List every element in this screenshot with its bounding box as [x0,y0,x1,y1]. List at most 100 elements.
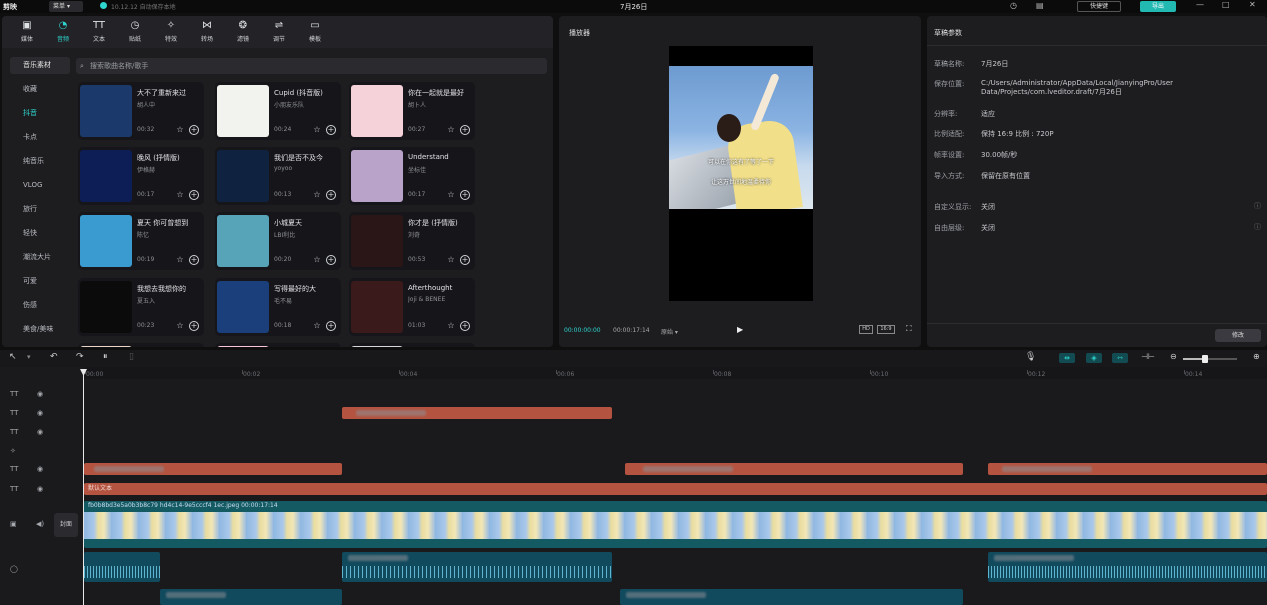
tab-transition[interactable]: ⋈ 转场 [194,20,220,43]
sidebar-item-douyin[interactable]: 抖音 [10,105,70,122]
info-icon[interactable]: ⓘ [1254,222,1261,232]
eye-icon[interactable]: ◉ [37,485,43,493]
add-icon[interactable]: + [189,190,199,200]
layout-icon[interactable]: ▤ [1036,1,1044,10]
chevron-down-icon[interactable]: ▾ [27,353,31,361]
add-icon[interactable]: + [460,125,470,135]
tab-template[interactable]: ▭ 模板 [302,20,328,43]
tab-filter[interactable]: ❂ 滤镜 [230,20,256,43]
zoom-out-icon[interactable]: ⊖ [1170,352,1177,361]
minimize-icon[interactable]: — [1196,0,1204,9]
tab-text[interactable]: TT 文本 [86,20,112,43]
audio-clip[interactable] [988,552,1267,582]
text-clip[interactable] [988,463,1267,475]
sidebar-item-pure-music[interactable]: 纯音乐 [10,153,70,170]
favorite-icon[interactable]: ☆ [175,321,185,331]
add-icon[interactable]: + [460,255,470,265]
music-card[interactable]: Cupid (抖音版) 小朋友乐队 00:24 ☆ + [215,82,341,140]
sidebar-item-travel[interactable]: 旅行 [10,201,70,218]
audio-clip[interactable] [84,552,160,582]
play-icon[interactable]: ▶ [737,325,743,334]
modify-button[interactable]: 修改 [1215,329,1261,342]
add-icon[interactable]: + [460,190,470,200]
sidebar-item-trendy[interactable]: 潮流大片 [10,249,70,266]
sidebar-item-music-library[interactable]: 音乐素材 [10,57,70,74]
sidebar-item-cute[interactable]: 可爱 [10,273,70,290]
clock-icon[interactable]: ◷ [1010,1,1017,10]
sidebar-item-vlog[interactable]: VLOG [10,177,70,194]
eye-icon[interactable]: ◉ [37,409,43,417]
microphone-icon[interactable]: 🎙 [1025,352,1036,362]
music-card[interactable]: 你在一起就是最好 胡卜人 00:27 ☆ + [349,82,475,140]
music-card[interactable]: 写得最好的大 毛不易 00:18 ☆ + [215,278,341,336]
timeline-ruler[interactable] [83,367,1267,379]
music-card[interactable]: 大不了重新来过 胡人中 00:32 ☆ + [78,82,204,140]
tab-audio[interactable]: ◔ 音频 [50,20,76,43]
speaker-icon[interactable]: ◀) [36,520,44,528]
music-card[interactable]: Afterthought Joji & BENEE 01:03 ☆ + [349,278,475,336]
add-icon[interactable]: + [326,321,336,331]
favorite-icon[interactable]: ☆ [312,255,322,265]
ratio-dropdown[interactable]: 原始 ▾ [661,327,678,336]
sidebar-item-beat[interactable]: 卡点 [10,129,70,146]
music-card[interactable]: Understand 坐标佳 00:17 ☆ + [349,147,475,205]
music-card[interactable]: 你才是 (抒情版) 刘奇 00:53 ☆ + [349,212,475,270]
favorite-icon[interactable]: ☆ [312,190,322,200]
music-card[interactable]: 晚风 (抒情版) 伊格赫 00:17 ☆ + [78,147,204,205]
add-icon[interactable]: + [189,321,199,331]
preview-axis-icon[interactable]: ⇿ [1112,353,1128,363]
sidebar-item-food[interactable]: 美食/美味 [10,321,70,338]
audio-clip[interactable] [342,552,612,582]
align-icon[interactable]: ⊣⊢ [1141,352,1155,361]
music-card[interactable]: A Thousand M...☆+ [349,343,475,347]
text-clip[interactable] [84,463,342,475]
music-card[interactable]: 我想去我想你的 夏五入 00:23 ☆ + [78,278,204,336]
maximize-icon[interactable]: □ [1222,0,1230,9]
cursor-tool-icon[interactable]: ↖ [9,352,17,362]
eye-icon[interactable]: ◉ [37,428,43,436]
favorite-icon[interactable]: ☆ [446,255,456,265]
sidebar-item-sad[interactable]: 伤感 [10,297,70,314]
audio-clip[interactable] [160,589,342,605]
aspect-button[interactable]: 16:9 [877,325,895,334]
text-clip[interactable] [625,463,963,475]
add-icon[interactable]: + [460,321,470,331]
search-input[interactable]: ⌕ 搜索歌曲名称/歌手 [76,58,547,74]
close-icon[interactable]: ✕ [1249,0,1256,9]
add-icon[interactable]: + [326,255,336,265]
quality-button[interactable]: HD [859,325,873,334]
tab-media[interactable]: ▣ 媒体 [14,20,40,43]
favorite-icon[interactable]: ☆ [175,190,185,200]
export-button[interactable]: 导出 [1140,1,1176,12]
music-card[interactable]: 你希望我做☆+ [215,343,341,347]
video-canvas[interactable]: 可以在你这有了等了一下 让这万世间地温柔待你 [669,46,813,301]
split-icon[interactable]: ⏸ [103,352,108,362]
tab-sticker[interactable]: ◷ 贴纸 [122,20,148,43]
zoom-slider[interactable] [1183,355,1237,363]
eye-icon[interactable]: ◉ [37,390,43,398]
favorite-icon[interactable]: ☆ [175,255,185,265]
favorite-icon[interactable]: ☆ [175,125,185,135]
video-clip[interactable]: fb0b8bd3e5a0b3b8c79 hd4c14-9e5cccf4 1ec.… [84,501,1267,548]
fullscreen-icon[interactable]: ⛶ [906,324,912,334]
music-card[interactable]: 夏天 你可曾想到 陈忆 00:19 ☆ + [78,212,204,270]
add-icon[interactable]: + [189,255,199,265]
text-clip-default[interactable]: 默认文本 [84,483,1267,495]
favorite-icon[interactable]: ☆ [446,321,456,331]
zoom-in-icon[interactable]: ⊕ [1253,352,1260,361]
add-icon[interactable]: + [189,125,199,135]
tab-adjust[interactable]: ⇌ 调节 [266,20,292,43]
music-card[interactable]: 小城夏天 LBI利比 00:20 ☆ + [215,212,341,270]
delete-icon[interactable]: ▯ [129,352,134,362]
add-icon[interactable]: + [326,190,336,200]
redo-icon[interactable]: ↷ [76,352,84,362]
audio-clip[interactable] [620,589,963,605]
favorite-icon[interactable]: ☆ [446,125,456,135]
sidebar-item-light[interactable]: 轻快 [10,225,70,242]
shortcut-button[interactable]: 快捷键 [1077,1,1121,12]
favorite-icon[interactable]: ☆ [312,125,322,135]
undo-icon[interactable]: ↶ [50,352,58,362]
menu-button[interactable]: 菜单 ▾ [49,1,83,12]
cover-button[interactable]: 封面 [54,513,78,537]
add-icon[interactable]: + [326,125,336,135]
